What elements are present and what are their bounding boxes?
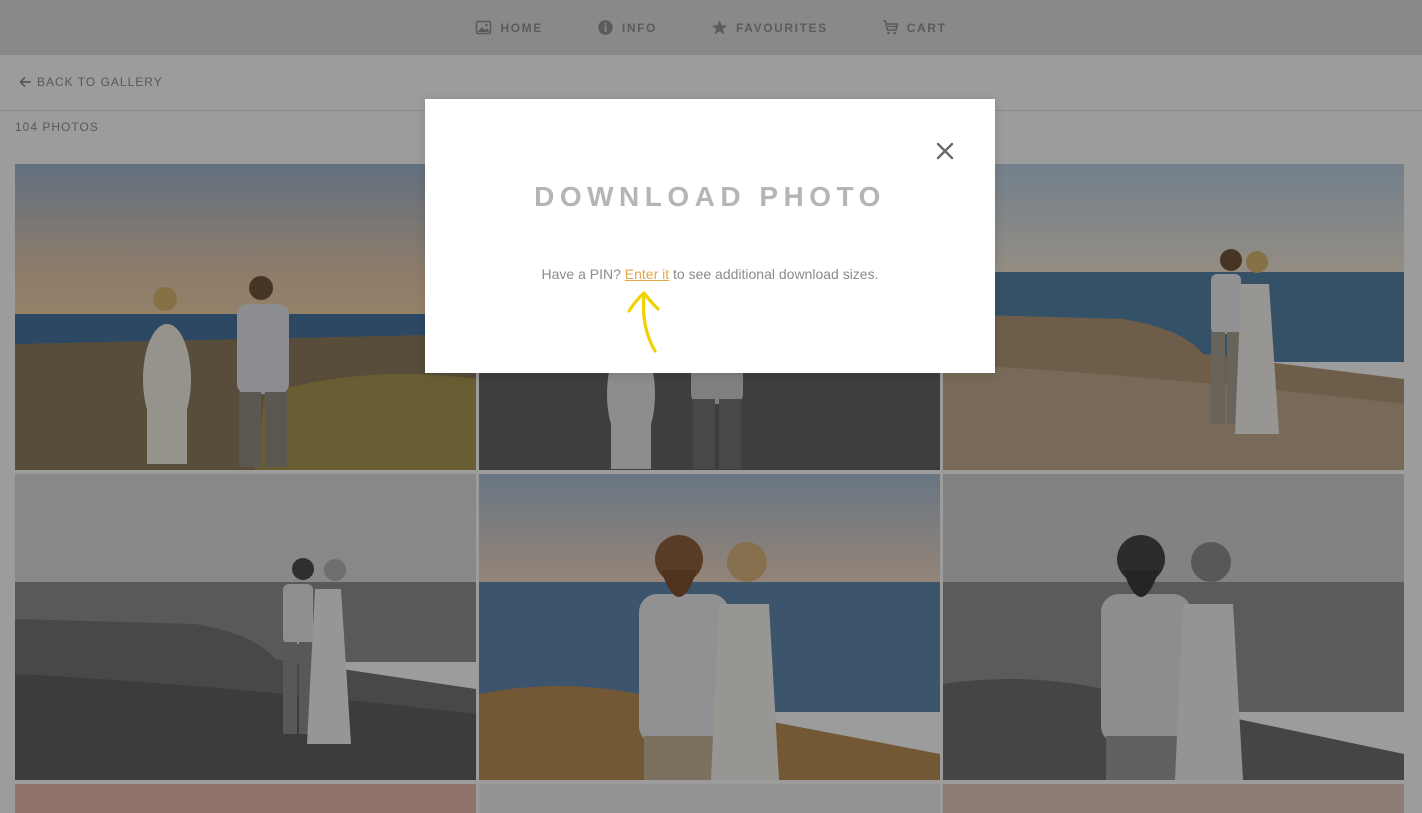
pin-prompt: Have a PIN? Enter it to see additional d…: [425, 266, 995, 282]
close-button[interactable]: [933, 139, 957, 163]
pin-prompt-after: to see additional download sizes.: [673, 266, 879, 282]
download-photo-modal: DOWNLOAD PHOTO Have a PIN? Enter it to s…: [425, 99, 995, 373]
modal-title: DOWNLOAD PHOTO: [534, 181, 886, 212]
close-icon: [936, 142, 954, 160]
pin-prompt-before: Have a PIN?: [541, 266, 621, 282]
enter-pin-link[interactable]: Enter it: [625, 266, 669, 282]
hand-drawn-arrow: [627, 291, 660, 353]
